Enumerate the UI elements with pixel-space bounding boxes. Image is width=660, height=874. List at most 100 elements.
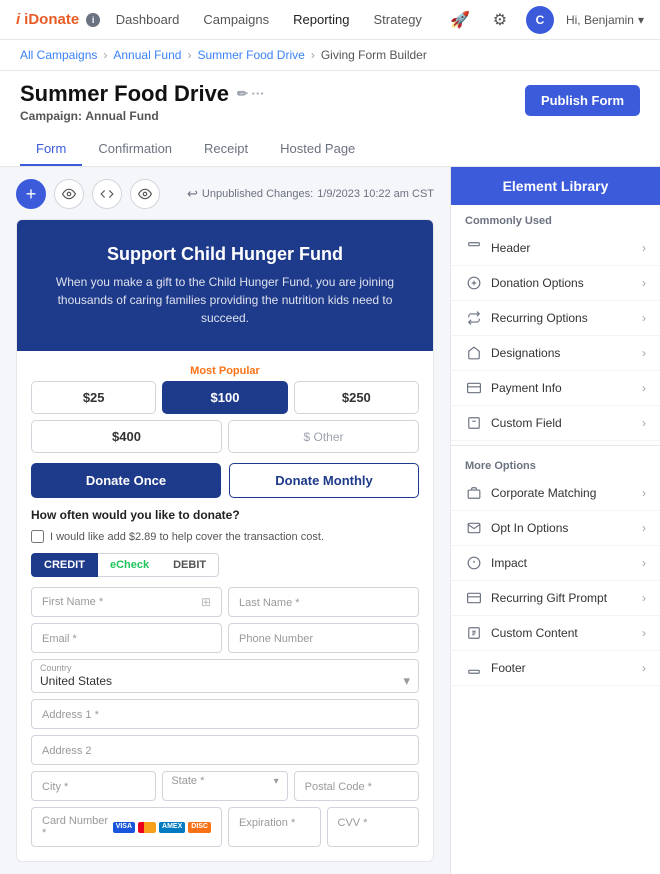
form-fields: First Name * ⊞ Last Name * Email * Phone… [31, 587, 419, 847]
library-item-custom-field[interactable]: Custom Field › [451, 406, 660, 441]
exp-cvv-row: Expiration * CVV * [228, 807, 419, 847]
publish-button[interactable]: Publish Form [525, 85, 640, 116]
top-nav: i iDonate i Dashboard Campaigns Reportin… [0, 0, 660, 40]
last-name-field[interactable]: Last Name * [228, 587, 419, 617]
city-state-postal-row: City * State * ▾ Postal Code * [31, 771, 419, 801]
library-item-payment-info[interactable]: Payment Info › [451, 371, 660, 406]
preview-icon-button[interactable] [130, 179, 160, 209]
library-item-recurring-gift-prompt[interactable]: Recurring Gift Prompt › [451, 581, 660, 616]
tab-confirmation[interactable]: Confirmation [82, 133, 188, 166]
recurring-gift-chevron-icon: › [642, 591, 646, 605]
library-item-custom-content[interactable]: Custom Content › [451, 616, 660, 651]
amount-100[interactable]: $100 [162, 381, 287, 414]
code-icon-button[interactable] [92, 179, 122, 209]
main-layout: + ↩ Unpublished Changes: 1/9/2023 10:22 … [0, 167, 660, 874]
card-number-field[interactable]: Card Number * VISA AMEX DISC [31, 807, 222, 847]
address2-row: Address 2 [31, 735, 419, 765]
amex-icon: AMEX [159, 822, 185, 833]
library-header-label: Header [491, 241, 530, 255]
field-icon: ⊞ [201, 595, 211, 609]
amount-25[interactable]: $25 [31, 381, 156, 414]
hero-body: When you make a gift to the Child Hunger… [37, 273, 413, 327]
breadcrumb-all-campaigns[interactable]: All Campaigns [20, 48, 97, 62]
postal-field[interactable]: Postal Code * [294, 771, 419, 801]
donation-options-icon [465, 274, 483, 292]
amount-400[interactable]: $400 [31, 420, 222, 453]
amount-other[interactable]: $ Other [228, 420, 419, 453]
frequency-label: How often would you like to donate? [31, 508, 419, 522]
library-item-recurring-options[interactable]: Recurring Options › [451, 301, 660, 336]
first-name-field[interactable]: First Name * ⊞ [31, 587, 222, 617]
state-field[interactable]: State * ▾ [162, 771, 287, 801]
breadcrumb-food-drive[interactable]: Summer Food Drive [197, 48, 304, 62]
donate-monthly-button[interactable]: Donate Monthly [229, 463, 419, 498]
nav-strategy[interactable]: Strategy [374, 12, 422, 27]
footer-chevron-icon: › [642, 661, 646, 675]
library-item-footer[interactable]: Footer › [451, 651, 660, 686]
add-element-button[interactable]: + [16, 179, 46, 209]
city-field[interactable]: City * [31, 771, 156, 801]
library-payment-label: Payment Info [491, 381, 562, 395]
rocket-icon[interactable]: 🚀 [446, 6, 474, 34]
recurring-chevron-icon: › [642, 311, 646, 325]
library-item-donation-options[interactable]: Donation Options › [451, 266, 660, 301]
payment-tab-debit[interactable]: DEBIT [161, 553, 219, 577]
library-recurring-label: Recurring Options [491, 311, 588, 325]
email-field[interactable]: Email * [31, 623, 222, 653]
email-phone-row: Email * Phone Number [31, 623, 419, 653]
cvv-field[interactable]: CVV * [327, 807, 420, 847]
library-opt-in-label: Opt In Options [491, 521, 568, 535]
unpublished-note: ↩ Unpublished Changes: 1/9/2023 10:22 am… [187, 186, 434, 202]
payment-info-icon [465, 379, 483, 397]
address1-row: Address 1 * [31, 699, 419, 729]
library-custom-content-label: Custom Content [491, 626, 578, 640]
amount-grid-2: $400 $ Other [31, 420, 419, 453]
form-preview: Support Child Hunger Fund When you make … [16, 219, 434, 862]
phone-field[interactable]: Phone Number [228, 623, 419, 653]
settings-icon[interactable]: ⚙ [486, 6, 514, 34]
dropdown-chevron-icon: ▾ [403, 673, 410, 689]
breadcrumb-annual-fund[interactable]: Annual Fund [113, 48, 181, 62]
amount-250[interactable]: $250 [294, 381, 419, 414]
payment-tab-credit[interactable]: CREDIT [31, 553, 98, 577]
header-icon [465, 239, 483, 257]
commonly-used-label: Commonly Used [451, 205, 660, 231]
nav-reporting[interactable]: Reporting [293, 12, 349, 27]
tab-hosted-page[interactable]: Hosted Page [264, 133, 371, 166]
library-item-opt-in[interactable]: Opt In Options › [451, 511, 660, 546]
library-item-designations[interactable]: Designations › [451, 336, 660, 371]
tab-form[interactable]: Form [20, 133, 82, 166]
custom-field-icon [465, 414, 483, 432]
card-row: Card Number * VISA AMEX DISC [31, 807, 419, 847]
code-icon [100, 187, 114, 201]
transaction-cost-text: I would like add $2.89 to help cover the… [50, 531, 324, 543]
transaction-cost-checkbox[interactable] [31, 530, 44, 543]
tab-receipt[interactable]: Receipt [188, 133, 264, 166]
payment-tab-echeck[interactable]: eCheck [98, 553, 161, 577]
chevron-down-icon[interactable]: ▾ [638, 13, 644, 27]
edit-title-icon[interactable]: ✏ ··· [237, 86, 265, 102]
donation-chevron-icon: › [642, 276, 646, 290]
eye-icon-button[interactable] [54, 179, 84, 209]
library-donation-label: Donation Options [491, 276, 584, 290]
custom-content-chevron-icon: › [642, 626, 646, 640]
library-item-corporate-matching[interactable]: Corporate Matching › [451, 476, 660, 511]
address1-field[interactable]: Address 1 * [31, 699, 419, 729]
breadcrumb-sep-2: › [187, 48, 191, 62]
library-item-impact[interactable]: Impact › [451, 546, 660, 581]
impact-chevron-icon: › [642, 556, 646, 570]
expiration-field[interactable]: Expiration * [228, 807, 321, 847]
donate-once-button[interactable]: Donate Once [31, 463, 221, 498]
address2-field[interactable]: Address 2 [31, 735, 419, 765]
country-select-row[interactable]: United States ▾ [40, 673, 410, 689]
card-brand-icons: VISA AMEX DISC [113, 822, 211, 833]
mastercard-icon [138, 822, 156, 833]
recurring-gift-icon [465, 589, 483, 607]
info-icon[interactable]: i [86, 13, 100, 27]
nav-dashboard[interactable]: Dashboard [116, 12, 180, 27]
nav-campaigns[interactable]: Campaigns [203, 12, 269, 27]
footer-icon [465, 659, 483, 677]
library-item-header[interactable]: Header › [451, 231, 660, 266]
opt-in-chevron-icon: › [642, 521, 646, 535]
state-chevron-icon: ▾ [274, 776, 279, 787]
